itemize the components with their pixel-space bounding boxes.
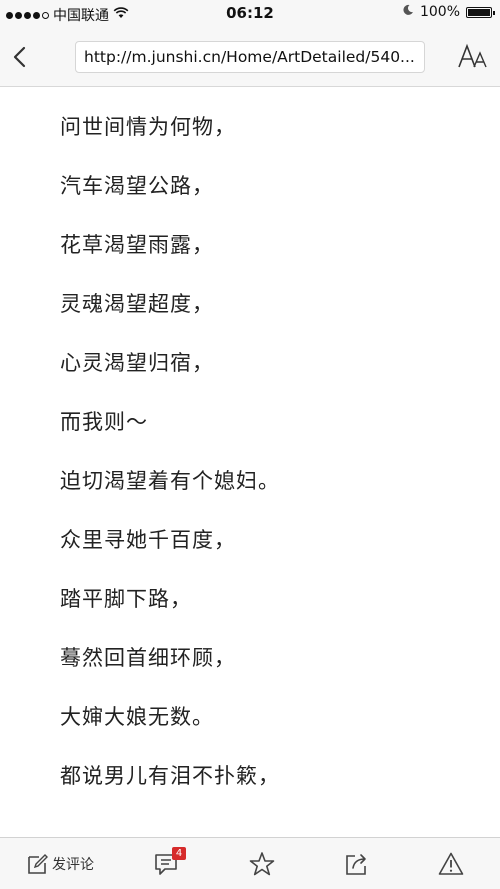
chevron-left-icon: [13, 46, 26, 68]
font-size-icon: [458, 43, 487, 68]
article-line: 都说男儿有泪不扑簌，: [60, 764, 280, 788]
favorite-button[interactable]: [249, 850, 277, 878]
post-comment-button[interactable]: 发评论: [26, 850, 106, 878]
status-right: 100%: [402, 4, 495, 20]
comment-count-badge: 4: [172, 847, 186, 860]
article-line: 众里寻她千百度，: [60, 528, 236, 552]
article-line: 大婶大娘无数。: [60, 705, 214, 729]
article-line: 蓦然回首细环顾，: [60, 646, 236, 670]
battery-level: [468, 8, 490, 16]
share-button[interactable]: [344, 850, 372, 878]
article-line: 而我则～: [60, 410, 148, 434]
article-line: 灵魂渴望超度，: [60, 292, 214, 316]
status-bar: 中国联通 06:12 100%: [0, 0, 500, 28]
article-line: 汽车渴望公路，: [60, 174, 214, 198]
back-button[interactable]: [8, 42, 36, 72]
warning-icon: [438, 852, 464, 875]
edit-icon: [28, 854, 48, 874]
article-line: 踏平脚下路，: [60, 587, 192, 611]
url-field[interactable]: http://m.junshi.cn/Home/ArtDetailed/540.…: [75, 41, 425, 73]
article-line: 问世间情为何物，: [60, 115, 236, 139]
report-button[interactable]: [438, 850, 466, 878]
font-size-button[interactable]: [456, 41, 490, 73]
battery-percent: 100%: [419, 4, 460, 20]
article-content: 问世间情为何物， 汽车渴望公路， 花草渴望雨露， 灵魂渴望超度， 心灵渴望归宿，…: [0, 87, 500, 837]
article-line: 心灵渴望归宿，: [60, 351, 214, 375]
article-line: 花草渴望雨露，: [60, 233, 214, 257]
share-icon: [346, 854, 366, 875]
browser-nav-bar: http://m.junshi.cn/Home/ArtDetailed/540.…: [0, 28, 500, 87]
star-icon: [249, 852, 275, 876]
post-comment-label: 发评论: [52, 857, 94, 873]
moon-icon: [402, 4, 414, 20]
battery-icon: [466, 6, 495, 18]
article-line: 迫切渴望着有个媳妇。: [60, 469, 280, 493]
bottom-toolbar: 发评论 4: [0, 837, 500, 889]
